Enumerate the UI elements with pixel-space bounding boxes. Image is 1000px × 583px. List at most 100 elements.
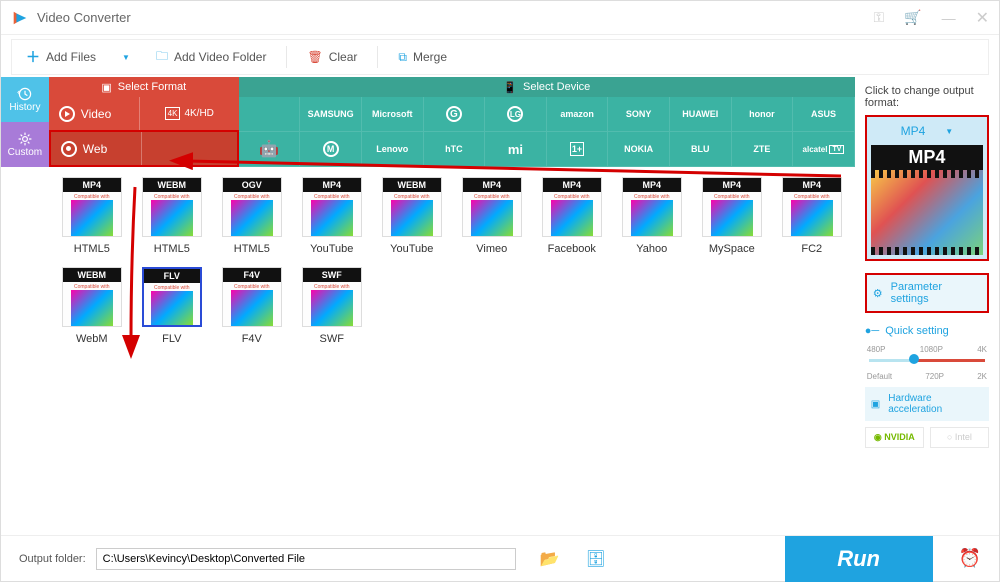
device-brand[interactable]: hTC <box>424 132 486 167</box>
merge-label: Merge <box>413 50 447 64</box>
device-brand[interactable]: alcatelTV <box>793 132 855 167</box>
merge-button[interactable]: ⧉ Merge <box>384 40 461 74</box>
preset-vimeo[interactable]: MP4Compatible withVimeo <box>455 177 529 255</box>
parameter-settings-button[interactable]: ⚙ Parameter settings <box>865 273 989 313</box>
device-brand[interactable]: mi <box>485 132 547 167</box>
cart-icon[interactable]: 🛒 <box>904 9 921 26</box>
xiaomi-icon: mi <box>508 142 523 157</box>
preset-webm[interactable]: WEBMCompatible withWebM <box>55 267 129 345</box>
device-tab-icon: 📱 <box>503 81 517 94</box>
preset-myspace[interactable]: MP4Compatible withMySpace <box>695 177 769 255</box>
motorola-icon: M <box>323 141 339 157</box>
folder-plus-icon: 🗀 <box>156 47 168 68</box>
close-icon[interactable]: ✕ <box>976 8 989 28</box>
device-brand[interactable]: honor <box>732 97 794 132</box>
lg-icon: LG <box>507 106 523 122</box>
preset-flv[interactable]: FLVCompatible withFLV <box>135 267 209 345</box>
chip-icon: ▣ <box>871 399 880 410</box>
plus-icon: ＋ <box>26 47 40 67</box>
device-brand[interactable]: 1+ <box>547 132 609 167</box>
device-brand[interactable]: LG <box>485 97 547 132</box>
format-video[interactable]: Video 4K4K/HD <box>49 97 239 130</box>
side-tabs: History Custom <box>1 77 49 537</box>
device-brand[interactable]: M <box>300 132 362 167</box>
add-files-caret-icon[interactable]: ▼ <box>122 53 130 62</box>
output-format-label: MP4 <box>901 124 926 138</box>
quality-slider[interactable]: 480P 1080P 4K Default 720P 2K <box>865 345 989 377</box>
google-icon: G <box>446 106 462 122</box>
sidetab-history[interactable]: History <box>1 77 49 122</box>
preset-f4v[interactable]: F4VCompatible withF4V <box>215 267 289 345</box>
device-brand[interactable]: G <box>424 97 486 132</box>
preset-facebook[interactable]: MP4Compatible withFacebook <box>535 177 609 255</box>
device-brand[interactable]: ZTE <box>732 132 794 167</box>
separator <box>286 46 287 68</box>
preset-youtube[interactable]: WEBMCompatible withYouTube <box>375 177 449 255</box>
tab-select-format[interactable]: ▣ Select Format <box>49 77 239 97</box>
add-folder-button[interactable]: 🗀 Add Video Folder <box>142 40 281 74</box>
intel-icon: ○ <box>947 432 955 442</box>
device-brand[interactable]: Microsoft <box>362 97 424 132</box>
tv-icon: TV <box>829 145 844 154</box>
alarm-icon[interactable]: ⏰ <box>959 548 981 569</box>
slider-tick: 2K <box>977 372 987 381</box>
output-folder-input[interactable] <box>96 548 516 570</box>
app-title: Video Converter <box>37 10 131 25</box>
intel-badge[interactable]: ○ Intel <box>930 427 989 448</box>
clear-button[interactable]: 🗑 Clear <box>293 40 371 74</box>
device-brand[interactable] <box>239 97 301 132</box>
device-brand[interactable]: HUAWEI <box>670 97 732 132</box>
hw-label: Hardware acceleration <box>888 393 983 415</box>
run-button[interactable]: Run <box>785 536 933 582</box>
quick-setting-label: ●─ Quick setting <box>865 325 989 337</box>
preset-yahoo[interactable]: MP4Compatible withYahoo <box>615 177 689 255</box>
hardware-accel-button[interactable]: ▣ Hardware acceleration <box>865 387 989 421</box>
preset-fc2[interactable]: MP4Compatible withFC2 <box>775 177 849 255</box>
device-brand[interactable]: amazon <box>547 97 609 132</box>
output-folder-label: Output folder: <box>19 553 86 565</box>
right-panel: Click to change output format: MP4 ▼ MP4… <box>855 77 999 537</box>
slider-tick: 480P <box>867 345 886 354</box>
format-column: Video 4K4K/HD Web <box>49 97 239 167</box>
preset-html5[interactable]: OGVCompatible withHTML5 <box>215 177 289 255</box>
format-4k-label: 4K/HD <box>184 108 213 119</box>
output-format-selector[interactable]: MP4 ▼ MP4 <box>865 115 989 261</box>
output-preset-icon[interactable]: 🗄 <box>586 549 606 569</box>
device-brand[interactable]: ASUS <box>793 97 855 132</box>
add-folder-label: Add Video Folder <box>174 50 267 64</box>
minimize-icon[interactable]: — <box>942 10 956 26</box>
oneplus-icon: 1+ <box>570 142 584 156</box>
history-icon <box>15 86 35 102</box>
tab-select-device[interactable]: 📱 Select Device <box>239 77 855 97</box>
toolbar: ＋ Add Files ▼ 🗀 Add Video Folder 🗑 Clear… <box>11 39 989 75</box>
preset-html5[interactable]: WEBMCompatible withHTML5 <box>135 177 209 255</box>
thumb-format-label: MP4 <box>871 145 983 170</box>
device-brand[interactable]: SAMSUNG <box>300 97 362 132</box>
key-icon[interactable]: ⚿ <box>874 9 885 26</box>
slider-tick: Default <box>867 372 892 381</box>
merge-icon: ⧉ <box>398 50 407 65</box>
open-folder-icon[interactable]: 📂 <box>540 549 560 569</box>
device-brand[interactable]: NOKIA <box>608 132 670 167</box>
chrome-icon <box>61 141 77 157</box>
device-brand[interactable]: BLU <box>670 132 732 167</box>
output-format-thumbnail: MP4 <box>871 145 983 255</box>
preset-youtube[interactable]: MP4Compatible withYouTube <box>295 177 369 255</box>
add-files-button[interactable]: ＋ Add Files <box>12 40 110 74</box>
sidetab-custom[interactable]: Custom <box>1 122 49 167</box>
tab-device-label: Select Device <box>523 81 590 93</box>
device-brand[interactable]: SONY <box>608 97 670 132</box>
preset-swf[interactable]: SWFCompatible withSWF <box>295 267 369 345</box>
slider-thumb-icon[interactable] <box>909 354 919 364</box>
tab-headers: ▣ Select Format 📱 Select Device <box>49 77 855 97</box>
fourk-icon: 4K <box>165 107 181 120</box>
format-web[interactable]: Web <box>49 130 239 167</box>
main-area: History Custom ▣ Select Format 📱 Select … <box>1 77 999 537</box>
device-brand[interactable]: Lenovo <box>362 132 424 167</box>
slider-tick: 4K <box>977 345 987 354</box>
device-brand[interactable]: 🤖 <box>239 132 301 167</box>
preset-html5[interactable]: MP4Compatible withHTML5 <box>55 177 129 255</box>
format-tab-icon: ▣ <box>101 81 111 94</box>
device-grid: SAMSUNGMicrosoft G LG amazonSONYHUAWEIhonor… <box>239 97 855 167</box>
nvidia-badge[interactable]: ◉ NVIDIA <box>865 427 924 448</box>
